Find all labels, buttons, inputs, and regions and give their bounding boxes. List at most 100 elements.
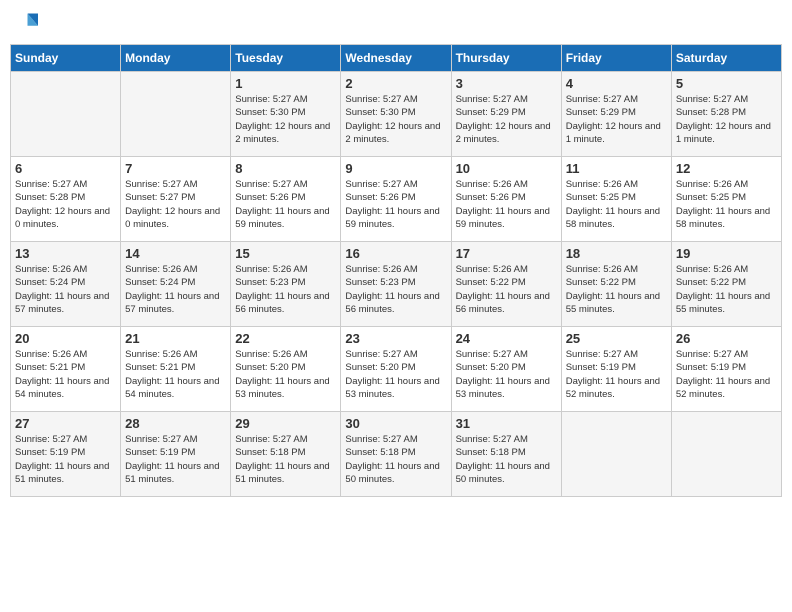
calendar-day-cell: 24 Sunrise: 5:27 AM Sunset: 5:20 PM Dayli… — [451, 327, 561, 412]
day-info: Sunrise: 5:27 AM Sunset: 5:30 PM Dayligh… — [345, 93, 446, 146]
calendar-day-cell: 19 Sunrise: 5:26 AM Sunset: 5:22 PM Dayli… — [671, 242, 781, 327]
calendar-body: 1 Sunrise: 5:27 AM Sunset: 5:30 PM Daylig… — [11, 72, 782, 497]
day-number: 19 — [676, 246, 777, 261]
day-info: Sunrise: 5:26 AM Sunset: 5:23 PM Dayligh… — [345, 263, 446, 316]
day-info: Sunrise: 5:26 AM Sunset: 5:21 PM Dayligh… — [125, 348, 226, 401]
day-info: Sunrise: 5:27 AM Sunset: 5:19 PM Dayligh… — [15, 433, 116, 486]
weekday-header: Sunday — [11, 45, 121, 72]
calendar-day-cell: 6 Sunrise: 5:27 AM Sunset: 5:28 PM Daylig… — [11, 157, 121, 242]
day-info: Sunrise: 5:26 AM Sunset: 5:23 PM Dayligh… — [235, 263, 336, 316]
day-number: 18 — [566, 246, 667, 261]
calendar-day-cell: 17 Sunrise: 5:26 AM Sunset: 5:22 PM Dayli… — [451, 242, 561, 327]
weekday-header: Friday — [561, 45, 671, 72]
day-info: Sunrise: 5:26 AM Sunset: 5:22 PM Dayligh… — [676, 263, 777, 316]
day-info: Sunrise: 5:26 AM Sunset: 5:26 PM Dayligh… — [456, 178, 557, 231]
calendar-day-cell: 3 Sunrise: 5:27 AM Sunset: 5:29 PM Daylig… — [451, 72, 561, 157]
day-number: 16 — [345, 246, 446, 261]
logo — [10, 10, 42, 38]
calendar-day-cell: 20Sunrise: 5:26 AM Sunset: 5:21 PM Dayli… — [11, 327, 121, 412]
calendar-day-cell: 14Sunrise: 5:26 AM Sunset: 5:24 PM Dayli… — [121, 242, 231, 327]
calendar-day-cell: 30Sunrise: 5:27 AM Sunset: 5:18 PM Dayli… — [341, 412, 451, 497]
calendar-day-cell: 8Sunrise: 5:27 AM Sunset: 5:26 PM Daylig… — [231, 157, 341, 242]
day-info: Sunrise: 5:27 AM Sunset: 5:20 PM Dayligh… — [345, 348, 446, 401]
day-number: 2 — [345, 76, 446, 91]
calendar-week-row: 27 Sunrise: 5:27 AM Sunset: 5:19 PM Dayli… — [11, 412, 782, 497]
calendar-day-cell: 15 Sunrise: 5:26 AM Sunset: 5:23 PM Dayli… — [231, 242, 341, 327]
calendar-day-cell: 18Sunrise: 5:26 AM Sunset: 5:22 PM Dayli… — [561, 242, 671, 327]
calendar-day-cell — [11, 72, 121, 157]
day-number: 27 — [15, 416, 116, 431]
day-info: Sunrise: 5:27 AM Sunset: 5:19 PM Dayligh… — [566, 348, 667, 401]
day-info: Sunrise: 5:27 AM Sunset: 5:29 PM Dayligh… — [456, 93, 557, 146]
calendar-day-cell: 16 Sunrise: 5:26 AM Sunset: 5:23 PM Dayli… — [341, 242, 451, 327]
day-number: 1 — [235, 76, 336, 91]
day-number: 4 — [566, 76, 667, 91]
weekday-header: Tuesday — [231, 45, 341, 72]
calendar-day-cell — [121, 72, 231, 157]
calendar-day-cell — [561, 412, 671, 497]
day-number: 23 — [345, 331, 446, 346]
day-number: 20 — [15, 331, 116, 346]
day-number: 13 — [15, 246, 116, 261]
day-number: 17 — [456, 246, 557, 261]
calendar-day-cell: 9 Sunrise: 5:27 AM Sunset: 5:26 PM Daylig… — [341, 157, 451, 242]
day-number: 10 — [456, 161, 557, 176]
day-info: Sunrise: 5:27 AM Sunset: 5:19 PM Dayligh… — [125, 433, 226, 486]
day-info: Sunrise: 5:27 AM Sunset: 5:19 PM Dayligh… — [676, 348, 777, 401]
calendar-day-cell: 22 Sunrise: 5:26 AM Sunset: 5:20 PM Dayli… — [231, 327, 341, 412]
day-info: Sunrise: 5:27 AM Sunset: 5:28 PM Dayligh… — [676, 93, 777, 146]
calendar-header-row: SundayMondayTuesdayWednesdayThursdayFrid… — [11, 45, 782, 72]
day-info: Sunrise: 5:27 AM Sunset: 5:18 PM Dayligh… — [456, 433, 557, 486]
day-info: Sunrise: 5:27 AM Sunset: 5:18 PM Dayligh… — [235, 433, 336, 486]
calendar-table: SundayMondayTuesdayWednesdayThursdayFrid… — [10, 44, 782, 497]
logo-icon — [10, 10, 38, 38]
calendar-day-cell: 27 Sunrise: 5:27 AM Sunset: 5:19 PM Dayli… — [11, 412, 121, 497]
day-number: 9 — [345, 161, 446, 176]
day-number: 31 — [456, 416, 557, 431]
day-number: 24 — [456, 331, 557, 346]
day-number: 5 — [676, 76, 777, 91]
day-info: Sunrise: 5:26 AM Sunset: 5:24 PM Dayligh… — [15, 263, 116, 316]
calendar-day-cell: 23 Sunrise: 5:27 AM Sunset: 5:20 PM Dayli… — [341, 327, 451, 412]
day-info: Sunrise: 5:27 AM Sunset: 5:30 PM Dayligh… — [235, 93, 336, 146]
day-number: 12 — [676, 161, 777, 176]
day-info: Sunrise: 5:27 AM Sunset: 5:27 PM Dayligh… — [125, 178, 226, 231]
day-info: Sunrise: 5:27 AM Sunset: 5:20 PM Dayligh… — [456, 348, 557, 401]
day-info: Sunrise: 5:26 AM Sunset: 5:22 PM Dayligh… — [456, 263, 557, 316]
day-number: 3 — [456, 76, 557, 91]
day-number: 15 — [235, 246, 336, 261]
calendar-week-row: 6 Sunrise: 5:27 AM Sunset: 5:28 PM Daylig… — [11, 157, 782, 242]
calendar-day-cell: 2 Sunrise: 5:27 AM Sunset: 5:30 PM Daylig… — [341, 72, 451, 157]
day-info: Sunrise: 5:26 AM Sunset: 5:20 PM Dayligh… — [235, 348, 336, 401]
day-info: Sunrise: 5:27 AM Sunset: 5:26 PM Dayligh… — [235, 178, 336, 231]
day-info: Sunrise: 5:27 AM Sunset: 5:26 PM Dayligh… — [345, 178, 446, 231]
day-info: Sunrise: 5:27 AM Sunset: 5:29 PM Dayligh… — [566, 93, 667, 146]
weekday-header: Monday — [121, 45, 231, 72]
day-info: Sunrise: 5:26 AM Sunset: 5:25 PM Dayligh… — [566, 178, 667, 231]
calendar-day-cell: 7 Sunrise: 5:27 AM Sunset: 5:27 PM Daylig… — [121, 157, 231, 242]
day-number: 11 — [566, 161, 667, 176]
calendar-day-cell: 26 Sunrise: 5:27 AM Sunset: 5:19 PM Dayli… — [671, 327, 781, 412]
day-number: 22 — [235, 331, 336, 346]
page-header — [10, 10, 782, 38]
weekday-header: Wednesday — [341, 45, 451, 72]
day-number: 26 — [676, 331, 777, 346]
calendar-day-cell — [671, 412, 781, 497]
day-number: 7 — [125, 161, 226, 176]
day-number: 29 — [235, 416, 336, 431]
calendar-day-cell: 4 Sunrise: 5:27 AM Sunset: 5:29 PM Daylig… — [561, 72, 671, 157]
day-number: 21 — [125, 331, 226, 346]
day-number: 14 — [125, 246, 226, 261]
day-number: 25 — [566, 331, 667, 346]
calendar-day-cell: 21 Sunrise: 5:26 AM Sunset: 5:21 PM Dayli… — [121, 327, 231, 412]
calendar-week-row: 13 Sunrise: 5:26 AM Sunset: 5:24 PM Dayli… — [11, 242, 782, 327]
day-number: 30 — [345, 416, 446, 431]
calendar-day-cell: 13 Sunrise: 5:26 AM Sunset: 5:24 PM Dayli… — [11, 242, 121, 327]
calendar-day-cell: 10 Sunrise: 5:26 AM Sunset: 5:26 PM Dayli… — [451, 157, 561, 242]
day-info: Sunrise: 5:27 AM Sunset: 5:28 PM Dayligh… — [15, 178, 116, 231]
calendar-day-cell: 28Sunrise: 5:27 AM Sunset: 5:19 PM Dayli… — [121, 412, 231, 497]
calendar-day-cell: 31 Sunrise: 5:27 AM Sunset: 5:18 PM Dayli… — [451, 412, 561, 497]
calendar-day-cell: 29 Sunrise: 5:27 AM Sunset: 5:18 PM Dayli… — [231, 412, 341, 497]
calendar-day-cell: 25 Sunrise: 5:27 AM Sunset: 5:19 PM Dayli… — [561, 327, 671, 412]
day-number: 6 — [15, 161, 116, 176]
